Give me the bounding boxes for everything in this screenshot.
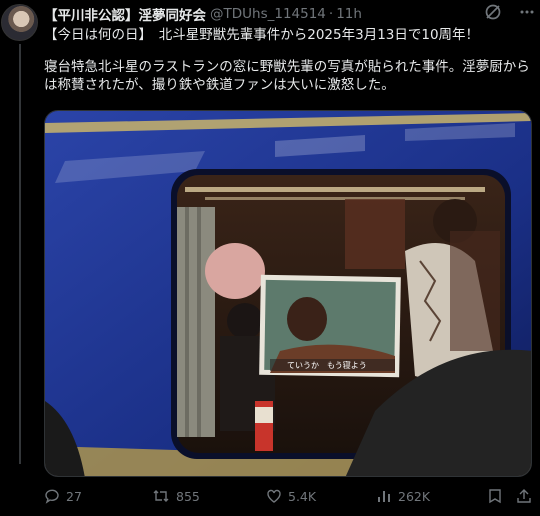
train-window-photo: ていうか もう寝よう [45,111,531,476]
repost-count: 855 [176,488,200,504]
tweet-paragraph-2: 寝台特急北斗星のラストランの窓に野獣先輩の写真が貼られた事件。淫夢厨からは称賛さ… [44,59,530,93]
timestamp[interactable]: 11h [336,6,362,22]
tweet-photo[interactable]: ていうか もう寝よう [44,110,532,477]
handle[interactable]: @TDUhs_114514 [210,6,326,22]
like-count: 5.4K [288,488,317,504]
reply-button[interactable]: 27 [44,488,82,504]
views-count: 262K [398,488,431,504]
thread-line [19,44,21,464]
avatar[interactable] [1,4,38,41]
repost-button[interactable]: 855 [152,488,200,504]
reply-icon [44,488,60,504]
tweet-line-1: 【今日は何の日】 北斗星野獣先輩事件から2025年3月13日で10周年！ [44,27,480,43]
views-button[interactable]: 262K [376,488,430,504]
header-actions [484,3,536,21]
tweet-text: 【今日は何の日】 北斗星野獣先輩事件から2025年3月13日で10周年！ 寝台特… [44,26,534,94]
views-icon [376,488,392,504]
like-button[interactable]: 5.4K [266,488,316,504]
repost-icon [152,488,170,504]
photo-caption: ていうか もう寝よう [287,360,367,370]
bookmark-button[interactable] [487,488,503,504]
share-button[interactable] [516,488,532,504]
tweet-header: 【平川非公認】淫夢同好会 @TDUhs_114514 · 11h [44,4,530,24]
separator-dot: · [328,6,334,22]
more-icon[interactable] [518,3,536,21]
grok-icon[interactable] [484,3,502,21]
tweet-actions: 27 855 5.4K 262K [44,486,534,508]
like-icon [266,488,282,504]
reply-count: 27 [66,488,82,504]
display-name[interactable]: 【平川非公認】淫夢同好会 [44,4,206,24]
bookmark-icon [487,488,503,504]
share-icon [516,488,532,504]
